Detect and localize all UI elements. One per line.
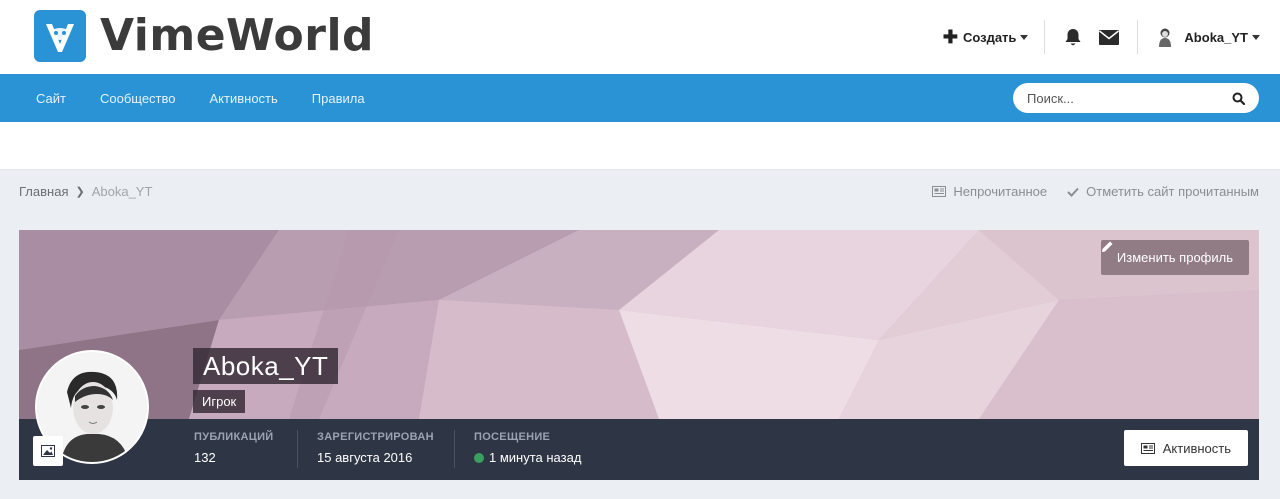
caret-down-icon [1020, 34, 1029, 40]
profile-name: Aboka_YT [193, 348, 339, 384]
stat-value: 132 [194, 450, 274, 465]
unread-link[interactable]: Непрочитанное [932, 184, 1047, 199]
stat-label: ЗАРЕГИСТРИРОВАН [317, 431, 434, 443]
newspaper-icon [932, 186, 947, 197]
divider [454, 430, 455, 468]
edit-profile-label: Изменить профиль [1116, 250, 1233, 265]
breadcrumb-actions: Непрочитанное Отметить сайт прочитанным [932, 184, 1259, 199]
last-visit-time: 1 минута назад [489, 450, 582, 465]
online-status-icon [474, 452, 484, 463]
stat-registered: ЗАРЕГИСТРИРОВАН 15 августа 2016 [317, 431, 434, 465]
edit-profile-button[interactable]: Изменить профиль [1100, 240, 1249, 275]
mark-read-link[interactable]: Отметить сайт прочитанным [1067, 184, 1259, 199]
nav-item-activity[interactable]: Активность [193, 91, 295, 106]
site-header: VimeWorld ✚ Создать Aboka_YT [0, 0, 1280, 74]
stat-value: 1 минута назад [474, 450, 581, 465]
breadcrumb-current: Aboka_YT [91, 184, 153, 199]
site-logo[interactable]: VimeWorld [34, 10, 374, 62]
change-cover-button[interactable] [33, 436, 63, 466]
profile-header: Изменить профиль Aboka_YT Игрок ПУБЛИКАЦ… [19, 230, 1259, 480]
divider [297, 430, 298, 468]
plus-icon: ✚ [942, 27, 958, 47]
stat-label: ПУБЛИКАЦИЙ [194, 431, 274, 443]
search-input[interactable] [1027, 90, 1232, 106]
notifications-button[interactable] [1061, 25, 1085, 49]
user-menu[interactable]: Aboka_YT [1154, 26, 1260, 48]
avatar [1154, 26, 1177, 48]
stat-label: ПОСЕЩЕНИЕ [474, 431, 551, 443]
create-label: Создать [962, 29, 1017, 45]
main-nav: Сайт Сообщество Активность Правила [0, 74, 1280, 122]
image-icon [41, 445, 55, 457]
cover-photo: Изменить профиль Aboka_YT Игрок [19, 230, 1259, 419]
username: Aboka_YT [1184, 29, 1248, 45]
breadcrumb: Главная ❯ Aboka_YT [19, 184, 152, 199]
bell-icon [1065, 28, 1081, 45]
nav-item-rules[interactable]: Правила [295, 91, 382, 106]
search-box [1013, 83, 1259, 113]
check-icon [1067, 187, 1079, 197]
newspaper-icon [1140, 442, 1155, 454]
activity-label: Активность [1162, 440, 1231, 456]
activity-button[interactable]: Активность [1123, 430, 1248, 466]
caret-down-icon [1252, 34, 1260, 40]
stat-posts: ПУБЛИКАЦИЙ 132 [194, 431, 274, 465]
nav-item-site[interactable]: Сайт [19, 91, 83, 106]
pencil-icon [1101, 241, 1113, 252]
logo-icon [34, 10, 86, 62]
nav-item-community[interactable]: Сообщество [83, 91, 193, 106]
create-button[interactable]: ✚ Создать [943, 28, 1029, 46]
messages-button[interactable] [1097, 25, 1121, 49]
registered-date: 15 августа 2016 [317, 450, 413, 465]
profile-stats-bar: ПУБЛИКАЦИЙ 132 ЗАРЕГИСТРИРОВАН 15 август… [19, 419, 1259, 480]
logo-text: VimeWorld [100, 10, 375, 61]
secondary-bar [0, 122, 1280, 170]
user-bar: ✚ Создать Aboka_YT [943, 0, 1260, 74]
chevron-right-icon: ❯ [75, 186, 85, 198]
breadcrumb-home[interactable]: Главная [19, 184, 68, 199]
mark-read-label: Отметить сайт прочитанным [1086, 184, 1259, 199]
search-icon[interactable] [1232, 92, 1245, 105]
unread-label: Непрочитанное [953, 184, 1048, 199]
envelope-icon [1099, 29, 1120, 45]
profile-group: Игрок [193, 390, 246, 413]
stat-last-visit: ПОСЕЩЕНИЕ 1 минута назад [474, 431, 581, 465]
posts-count: 132 [194, 450, 216, 465]
divider [1137, 20, 1139, 54]
divider [1044, 20, 1046, 54]
stat-value: 15 августа 2016 [317, 450, 434, 465]
